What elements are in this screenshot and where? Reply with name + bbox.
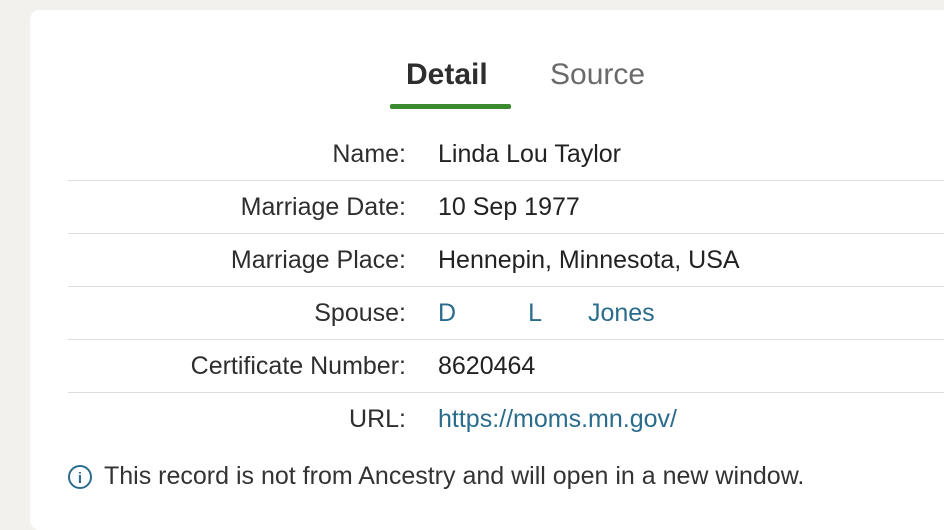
- external-record-notice-text: This record is not from Ancestry and wil…: [104, 462, 805, 490]
- spouse-link[interactable]: D L Jones: [438, 299, 655, 327]
- table-row: Marriage Place: Hennepin, Minnesota, USA: [68, 233, 944, 287]
- spouse-value: D L Jones: [406, 286, 944, 340]
- marriage-date-label: Marriage Date:: [68, 180, 406, 234]
- marriage-date-value: 10 Sep 1977: [406, 180, 944, 234]
- marriage-place-value: Hennepin, Minnesota, USA: [406, 233, 944, 287]
- spouse-last-name: Jones: [587, 298, 655, 327]
- source-url-link[interactable]: https://moms.mn.gov/: [438, 405, 677, 433]
- tab-bar: Detail Source: [0, 48, 944, 108]
- name-label: Name:: [68, 128, 406, 181]
- table-row: Certificate Number: 8620464: [68, 339, 944, 393]
- active-tab-indicator: [390, 104, 511, 109]
- table-row: Spouse: D L Jones: [68, 286, 944, 340]
- url-value: https://moms.mn.gov/: [406, 393, 944, 446]
- certificate-number-value: 8620464: [406, 339, 944, 393]
- marriage-place-label: Marriage Place:: [68, 233, 406, 287]
- info-icon: i: [68, 465, 92, 490]
- table-row: URL: https://moms.mn.gov/: [68, 393, 944, 446]
- spouse-first-name: D: [438, 298, 457, 327]
- name-value: Linda Lou Taylor: [406, 128, 944, 181]
- external-record-notice: i This record is not from Ancestry and wi…: [68, 462, 804, 491]
- tab-detail[interactable]: Detail: [406, 58, 488, 92]
- url-label: URL:: [349, 404, 406, 433]
- spouse-middle-name: L: [528, 298, 542, 327]
- certificate-number-label: Certificate Number:: [68, 339, 406, 393]
- table-row: Marriage Date: 10 Sep 1977: [68, 180, 944, 234]
- record-details-table: Name: Linda Lou Taylor Marriage Date: 10…: [68, 128, 944, 445]
- spouse-label: Spouse:: [68, 286, 406, 340]
- tab-source[interactable]: Source: [550, 58, 645, 92]
- table-row: Name: Linda Lou Taylor: [68, 128, 944, 181]
